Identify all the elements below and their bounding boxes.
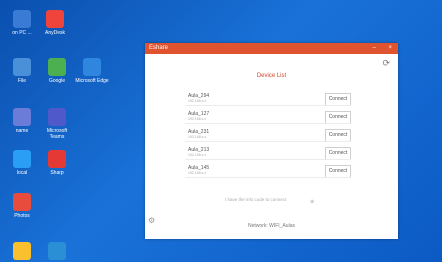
app-icon <box>13 242 31 260</box>
row-divider <box>185 177 351 178</box>
close-icon[interactable]: × <box>388 43 392 54</box>
desktop-icon[interactable]: AnyDesk <box>38 10 72 36</box>
desktop-icon-label: Google <box>48 78 66 84</box>
network-label: Network: WIFI_Aulas <box>248 223 295 229</box>
device-list-title: Device List <box>256 73 287 79</box>
desktop-icon-label: name <box>15 128 29 134</box>
app-icon <box>83 58 101 76</box>
desktop-icon-label: File <box>17 78 27 84</box>
desktop-icon-label: Microsoft Edge <box>75 78 109 84</box>
row-divider <box>185 105 351 106</box>
app-icon <box>13 10 31 28</box>
desktop-background: on PC ... AnyDesk File Google Microsoft Edge… <box>0 0 442 262</box>
device-row: Aula_294 192.168.x.x Connect <box>185 93 351 106</box>
app-icon <box>13 193 31 211</box>
info-code-link[interactable]: I have the info code to connect <box>225 197 286 202</box>
minimize-icon[interactable]: – <box>373 43 376 54</box>
desktop-icon[interactable]: Photos <box>5 193 39 219</box>
desktop-icon[interactable]: name <box>5 108 39 134</box>
app-icon <box>46 10 64 28</box>
desktop-icon[interactable]: File <box>5 58 39 84</box>
title-bar[interactable]: Eshare – × <box>145 43 398 54</box>
eshare-window: Eshare – × ⟳ Device List Aula_294 192.168… <box>145 43 398 239</box>
desktop-icon[interactable] <box>5 242 39 262</box>
row-divider <box>185 141 351 142</box>
device-address: 192.168.x.x <box>188 153 207 157</box>
device-address: 192.168.x.x <box>188 99 207 103</box>
device-row: Aula_145 192.168.x.x Connect <box>185 165 351 178</box>
desktop-icon[interactable]: Google <box>40 58 74 84</box>
row-divider <box>185 159 351 160</box>
desktop-icon-label: local <box>16 170 28 176</box>
device-row: Aula_127 192.168.x.x Connect <box>185 111 351 124</box>
app-icon <box>13 58 31 76</box>
app-icon <box>48 58 66 76</box>
device-address: 192.168.x.x <box>188 117 207 121</box>
desktop-icon[interactable]: local <box>5 150 39 176</box>
desktop-icon-label: Photos <box>14 213 30 219</box>
info-icon[interactable]: ⊕ <box>310 199 314 205</box>
desktop-icon-label: Microsoft Teams <box>46 128 68 140</box>
desktop-icon[interactable]: Sharp <box>40 150 74 176</box>
device-row: Aula_231 192.168.x.x Connect <box>185 129 351 142</box>
device-row: Aula_213 192.168.x.x Connect <box>185 147 351 160</box>
desktop-icon[interactable] <box>40 242 74 262</box>
app-icon <box>13 150 31 168</box>
desktop-icon-label: AnyDesk <box>44 30 65 36</box>
device-address: 192.168.x.x <box>188 171 207 175</box>
app-icon <box>48 150 66 168</box>
desktop-icon[interactable]: Microsoft Teams <box>40 108 74 140</box>
window-title: Eshare <box>149 45 169 51</box>
app-icon <box>48 242 66 260</box>
refresh-icon[interactable]: ⟳ <box>382 58 390 69</box>
desktop-icon[interactable]: on PC ... <box>5 10 39 36</box>
app-icon <box>13 108 31 126</box>
app-icon <box>48 108 66 126</box>
row-divider <box>185 123 351 124</box>
desktop-icon-label: on PC ... <box>12 30 32 36</box>
desktop-icon[interactable]: Microsoft Edge <box>75 58 109 84</box>
device-address: 192.168.x.x <box>188 135 207 139</box>
desktop-icon-label: Sharp <box>50 170 64 176</box>
